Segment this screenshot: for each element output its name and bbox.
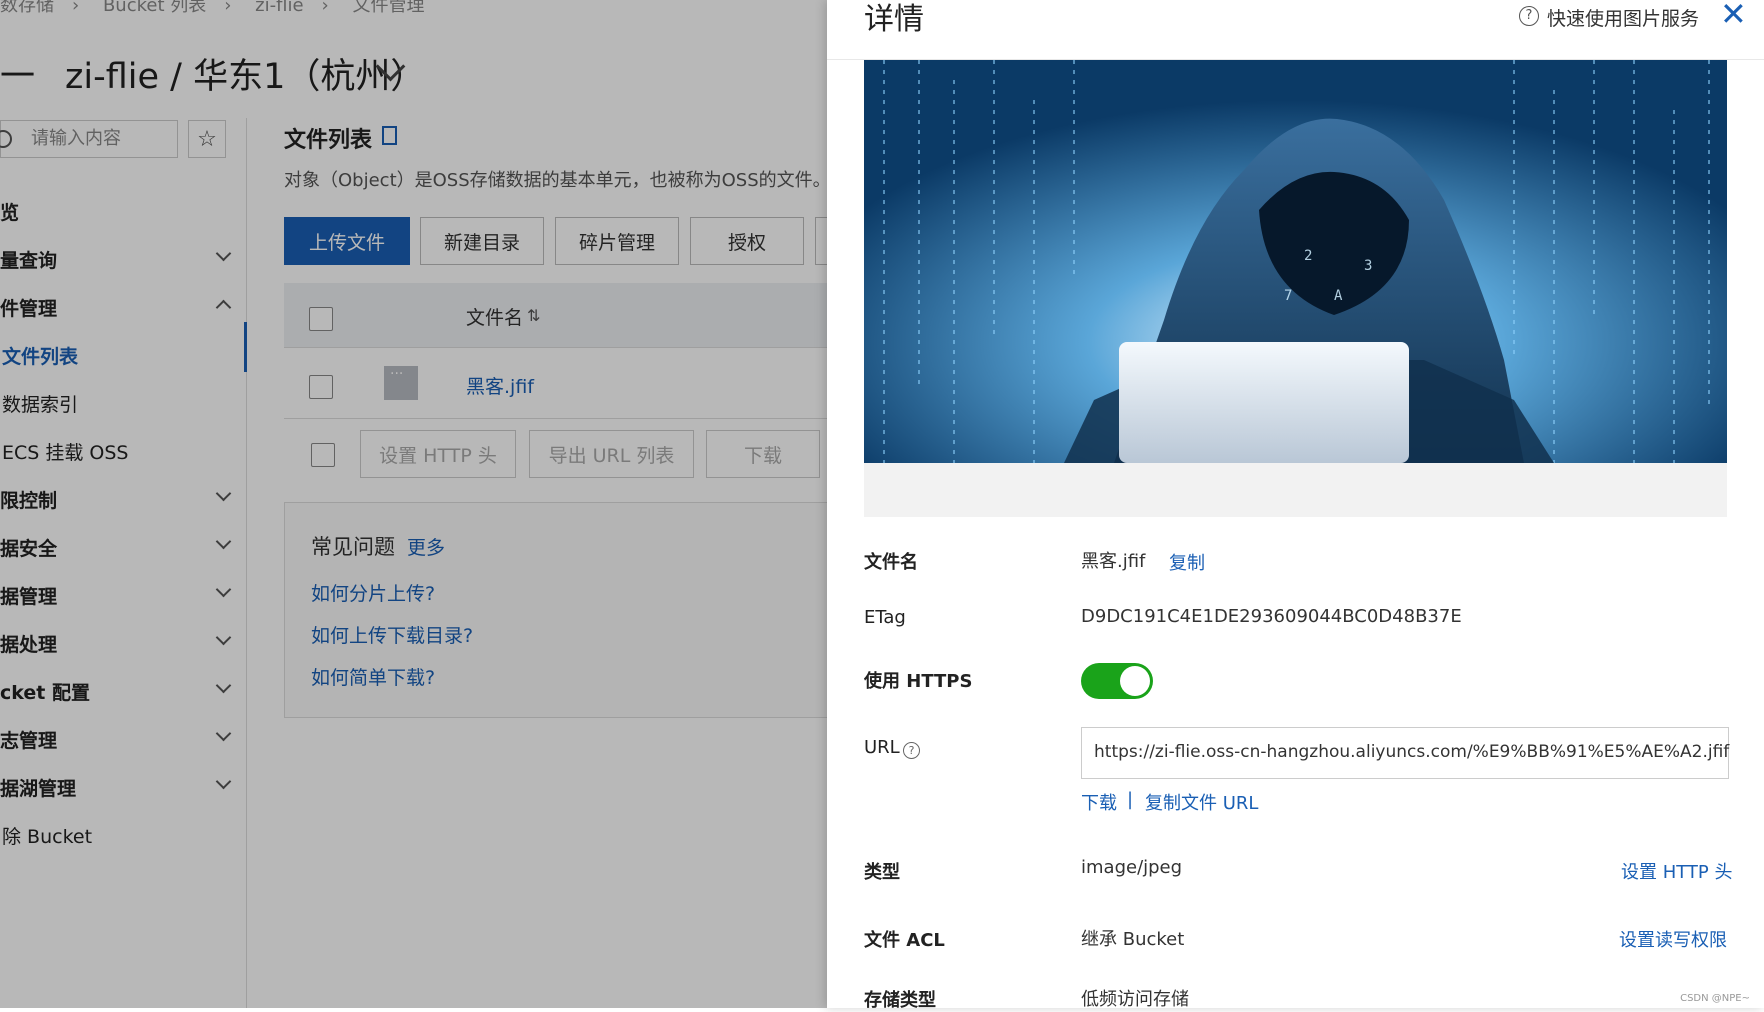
close-icon[interactable]: ✕ <box>1720 0 1747 30</box>
modal-overlay[interactable] <box>0 0 827 1008</box>
svg-text:2: 2 <box>1304 248 1312 264</box>
storage-class-value: 低频访问存储 <box>1081 989 1189 1010</box>
preview-image: 2 A 7 3 <box>864 60 1727 463</box>
type-label: 类型 <box>864 862 900 883</box>
drawer-title: 详情 <box>864 2 924 37</box>
download-link[interactable]: 下载 <box>1081 789 1117 815</box>
set-http-header-link[interactable]: 设置 HTTP 头 <box>1621 858 1733 884</box>
etag-value: D9DC191C4E1DE293609044BC0D48B37E <box>1081 606 1462 627</box>
acl-label: 文件 ACL <box>864 930 945 951</box>
https-toggle[interactable] <box>1081 663 1153 699</box>
url-field[interactable]: https://zi-flie.oss-cn-hangzhou.aliyuncs… <box>1081 727 1729 779</box>
question-circle-icon: ? <box>1519 6 1539 26</box>
image-preview: 2 A 7 3 <box>864 60 1727 517</box>
etag-label: ETag <box>864 607 906 628</box>
set-acl-link[interactable]: 设置读写权限 <box>1619 926 1727 952</box>
https-label: 使用 HTTPS <box>864 671 973 692</box>
svg-text:3: 3 <box>1364 258 1372 274</box>
watermark: CSDN @NPE~ <box>1680 993 1750 1004</box>
toggle-knob <box>1120 666 1150 696</box>
detail-drawer: 详情 ? 快速使用图片服务 ✕ 2 A 7 3 文件名 黑客.jfif 复制 E… <box>827 0 1764 1011</box>
drawer-header: 详情 ? 快速使用图片服务 ✕ <box>827 0 1764 60</box>
storage-class-label: 存储类型 <box>864 990 936 1011</box>
link-separator: | <box>1127 789 1134 810</box>
copy-file-url-link[interactable]: 复制文件 URL <box>1145 789 1258 815</box>
filename-value: 黑客.jfif <box>1081 551 1146 572</box>
filename-label: 文件名 <box>864 552 918 573</box>
svg-text:A: A <box>1334 288 1343 304</box>
acl-value: 继承 Bucket <box>1081 929 1185 950</box>
url-label: URL <box>864 737 900 758</box>
quick-image-service-link[interactable]: 快速使用图片服务 <box>1547 4 1699 31</box>
type-value: image/jpeg <box>1081 857 1183 878</box>
url-help-icon[interactable]: ? <box>903 742 920 759</box>
url-value: https://zi-flie.oss-cn-hangzhou.aliyuncs… <box>1094 742 1730 762</box>
copy-filename-link[interactable]: 复制 <box>1169 549 1205 575</box>
svg-text:7: 7 <box>1284 288 1292 304</box>
hooded-hacker-image: 2 A 7 3 <box>864 60 1727 463</box>
